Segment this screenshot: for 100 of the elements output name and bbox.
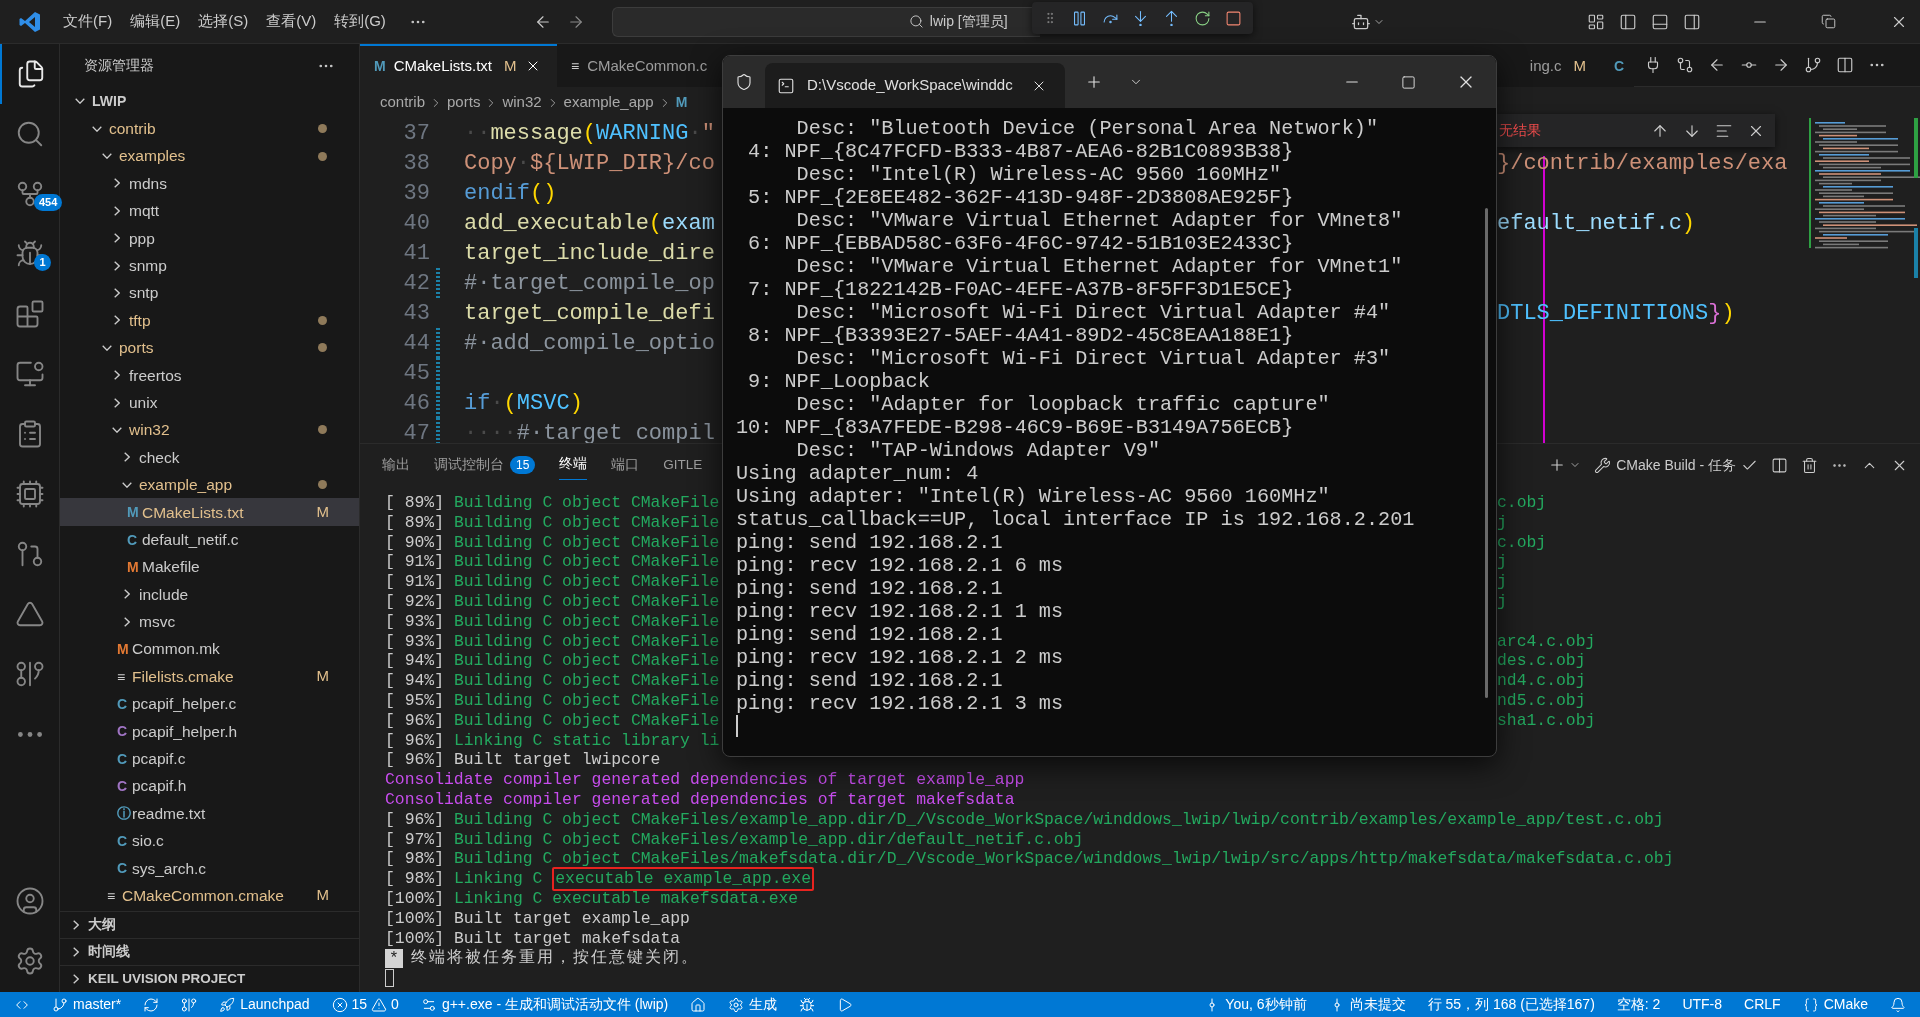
terminal-line: ping: send 192.168.2.1 (736, 531, 1004, 554)
problems-status[interactable]: 15 0 (331, 994, 399, 1015)
status-item[interactable]: 行 55，列 168 (已选择167) (1427, 994, 1595, 1015)
status-item[interactable]: You, 6秒钟前 (1204, 994, 1307, 1015)
tree-item[interactable]: unix (60, 388, 359, 417)
tree-item[interactable]: M CMakeLists.txt M (60, 498, 359, 526)
terminal-line: j (1497, 512, 1507, 533)
file-type-icon: ≡ (107, 888, 120, 903)
terminal-name[interactable]: CMake Build - 任务 (1616, 454, 1736, 476)
tree-item[interactable]: LWIP (60, 87, 359, 115)
breadcrumb-item[interactable]: win32 (502, 91, 542, 114)
editor-tab[interactable]: M CMakeLists.txt M (360, 43, 557, 87)
status-item[interactable]: 生成 (728, 994, 778, 1015)
status-item[interactable]: CRLF (1744, 994, 1781, 1015)
tree-item[interactable]: M Makefile (60, 553, 359, 581)
panel-tab[interactable]: 调试控制台 15 (434, 450, 536, 480)
menu-item[interactable]: 文件(F) (54, 10, 122, 33)
tree-item[interactable]: C pcapif_helper.h (60, 717, 359, 745)
file-type-icon: M (127, 505, 140, 520)
panel-tab[interactable]: 输出 (382, 450, 410, 480)
tree-item[interactable]: ports (60, 334, 359, 362)
panel-tab[interactable]: 端口 (611, 450, 640, 480)
terminal-line: status_callback==UP, local interface IP is 192.168.2.201 (736, 508, 1416, 531)
file-type-icon: C (117, 724, 130, 739)
line-number: 45 (402, 359, 430, 388)
terminal-line: 8: NPF_{B3393E27-5AEF-4A41-89D2-45C8EAA188E1} (747, 324, 1295, 347)
status-item[interactable]: UTF-8 (1682, 994, 1723, 1015)
tree-item[interactable]: C sio.c (60, 827, 359, 855)
terminal-line: [ 96%] Building C object CMakeFiles/example_app.dir/D_/Vscode_WorkSpace/winddows_lwip/lwip/contrib/examples/example_app/test.c.obj (385, 809, 1664, 830)
terminal-line: 6: NPF_{EBBAD58C-63F6-4F6C-9742-51B103E2433C} (747, 232, 1295, 255)
tree-item[interactable]: contrib (60, 115, 359, 143)
tree-item[interactable]: C pcapif.h (60, 772, 359, 800)
tree-item[interactable]: ppp (60, 224, 359, 252)
command-search-field[interactable]: lwip [管理员] (611, 6, 1040, 37)
highlight-box: executable example_app.exe (552, 867, 814, 891)
panel-tab[interactable]: 终端 (559, 450, 588, 480)
sidebar-title: 资源管理器 (84, 56, 154, 75)
terminal-line: arc4.c.obj (1497, 631, 1596, 652)
tree-item[interactable]: mqtt (60, 197, 359, 225)
tree-item[interactable]: sntp (60, 279, 359, 307)
breadcrumb-item[interactable]: ports (447, 91, 481, 114)
activity-button[interactable]: 1 (0, 224, 59, 284)
section-header[interactable]: 大纲 (60, 911, 359, 938)
menu-item[interactable]: 编辑(E) (121, 10, 190, 33)
terminal-line: Consolidate compiler generated dependencies of target makefsdata (385, 789, 1015, 810)
terminal-message: 终端将被任务重用，按任意键关闭。 (411, 948, 699, 969)
tree-item[interactable]: C pcapif.c (60, 745, 359, 773)
terminal-line: Desc: "Adapter for loopback traffic capture" (795, 393, 1331, 416)
tree-item[interactable]: include (60, 580, 359, 609)
count-badge: 454 (34, 194, 63, 211)
tree-item[interactable]: mdns (60, 169, 359, 198)
file-type-icon: M (117, 642, 130, 657)
tree-item[interactable]: C sys_arch.c (60, 854, 359, 882)
code-line: ····#·target compil (464, 420, 715, 443)
tree-item[interactable]: ≡ CMakeCommon.cmake M (60, 881, 359, 910)
status-item[interactable]: master* (52, 994, 122, 1015)
tree-item[interactable]: snmp (60, 251, 359, 280)
file-type-icon: ≡ (571, 55, 580, 77)
status-item[interactable]: CMake (1802, 994, 1868, 1015)
tree-item[interactable]: C default_netif.c (60, 525, 359, 554)
code-line: add_executable(exam (464, 210, 715, 236)
terminal-tab[interactable]: D:\Vscode_WorkSpace\winddc (765, 63, 1065, 108)
status-item[interactable]: 尚未提交 (1328, 994, 1406, 1015)
line-number: 46 (402, 389, 430, 418)
menu-item[interactable]: 转到(G) (325, 10, 395, 33)
tree-item[interactable]: win32 (60, 416, 359, 444)
tree-item[interactable]: check (60, 443, 359, 472)
terminal-line: Desc: "TAP-Windows Adapter V9" (795, 439, 1161, 462)
tree-item[interactable]: freertos (60, 361, 359, 389)
terminal-line: ping: recv 192.168.2.1 2 ms (736, 646, 1065, 669)
terminal-line: Desc: "Microsoft Wi-Fi Direct Virtual Adapter #4" (795, 301, 1392, 324)
status-item[interactable]: Launchpad (219, 994, 310, 1015)
tree-item[interactable]: ⓘreadme.txt (60, 799, 359, 828)
terminal-line: [100%] Built target makefsdata (385, 928, 681, 948)
terminal-line: j (1497, 572, 1507, 592)
section-header[interactable]: 时间线 (60, 938, 359, 965)
tree-item[interactable]: example_app (60, 471, 359, 499)
terminal-line: [ 91%] Building C object CMakeFile (385, 552, 720, 572)
tree-item[interactable]: tftp (60, 306, 359, 335)
line-number: 40 (402, 209, 430, 238)
menu-item[interactable]: 选择(S) (189, 10, 258, 33)
terminal-line: [ 98%] Linking C (385, 869, 543, 889)
tree-item[interactable]: ≡ Filelists.cmake M (60, 662, 359, 691)
terminal-line: Using adapter_num: 4 (736, 462, 980, 485)
tree-item[interactable]: C pcapif_helper.c (60, 690, 359, 718)
status-item[interactable]: 空格: 2 (1616, 994, 1661, 1015)
terminal-line: ping: send 192.168.2.1 (736, 669, 1004, 692)
menu-item[interactable]: 查看(V) (257, 10, 326, 33)
line-number: 38 (402, 149, 430, 178)
code-line: #·target_compile_op (464, 270, 715, 296)
git-status: M (504, 55, 517, 76)
breadcrumb-item[interactable]: example_app (563, 91, 654, 114)
panel-tab[interactable]: GITLE (663, 450, 703, 480)
breadcrumb-item[interactable]: contrib (380, 91, 426, 114)
status-item[interactable]: g++.exe - 生成和调试活动文件 (lwip) (420, 994, 669, 1015)
tree-item[interactable]: examples (60, 142, 359, 170)
tree-item[interactable]: M Common.mk (60, 635, 359, 663)
tree-item[interactable]: msvc (60, 608, 359, 636)
terminal-line: Desc: "Microsoft Wi-Fi Direct Virtual Adapter #3" (795, 347, 1392, 370)
line-number: 43 (402, 299, 430, 328)
